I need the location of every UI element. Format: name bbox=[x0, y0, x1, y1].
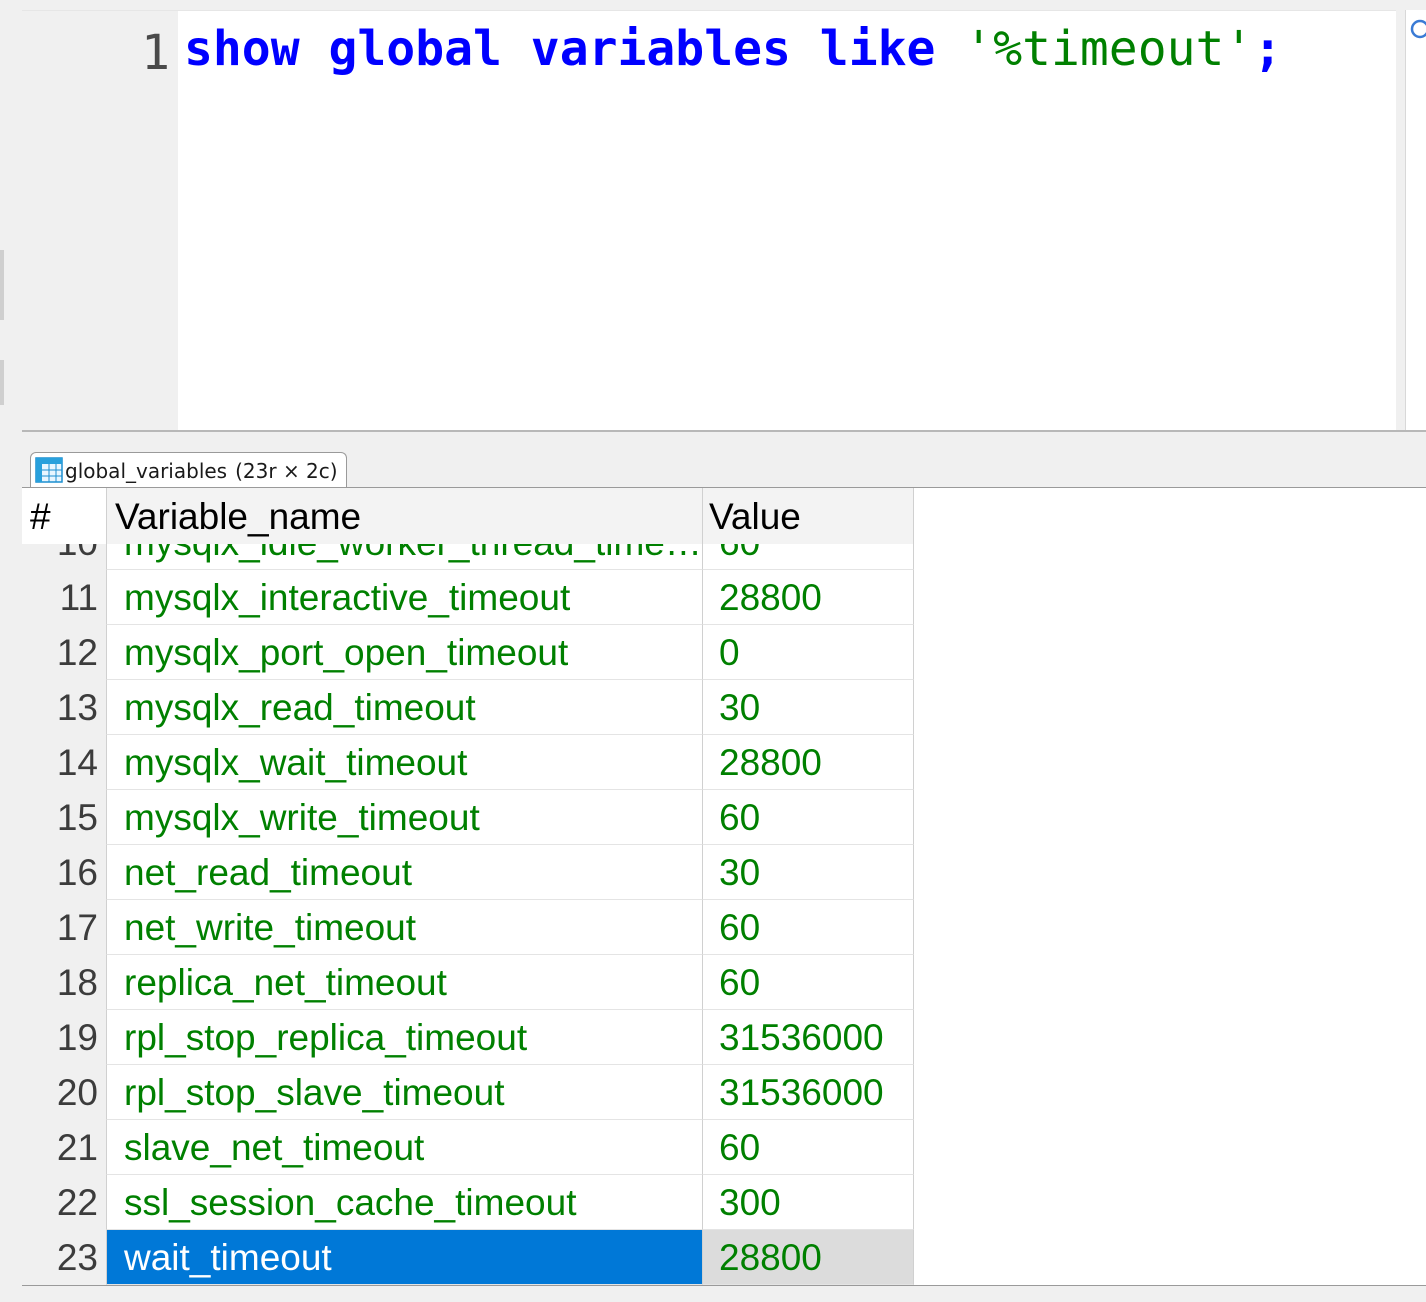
variable-name-cell[interactable]: wait_timeout bbox=[106, 1230, 702, 1285]
variable-name-cell[interactable]: ssl_session_cache_timeout bbox=[106, 1175, 702, 1230]
variable-name-cell[interactable]: mysqlx_write_timeout bbox=[106, 790, 702, 845]
row-number-cell[interactable]: 10 bbox=[22, 544, 106, 570]
variable-name-cell[interactable]: mysqlx_idle_worker_thread_timeout bbox=[106, 544, 702, 570]
table-row[interactable]: 14 mysqlx_wait_timeout 28800 bbox=[22, 735, 914, 790]
table-grid-icon bbox=[35, 457, 63, 483]
row-number-cell[interactable]: 19 bbox=[22, 1010, 106, 1065]
variable-name-cell[interactable]: mysqlx_interactive_timeout bbox=[106, 570, 702, 625]
variable-name-cell[interactable]: replica_net_timeout bbox=[106, 955, 702, 1010]
value-cell[interactable]: 30 bbox=[702, 845, 914, 900]
row-number-cell[interactable]: 14 bbox=[22, 735, 106, 790]
variable-name-cell[interactable]: mysqlx_read_timeout bbox=[106, 680, 702, 735]
sql-keyword-show: show bbox=[184, 21, 300, 77]
value-cell[interactable]: 31536000 bbox=[702, 1010, 914, 1065]
variable-name-cell[interactable]: mysqlx_port_open_timeout bbox=[106, 625, 702, 680]
value-cell[interactable]: 28800 bbox=[702, 735, 914, 790]
table-row[interactable]: 11 mysqlx_interactive_timeout 28800 bbox=[22, 570, 914, 625]
row-number-cell[interactable]: 22 bbox=[22, 1175, 106, 1230]
table-row[interactable]: 15 mysqlx_write_timeout 60 bbox=[22, 790, 914, 845]
results-tab[interactable]: global_variables (23r × 2c) bbox=[30, 452, 347, 488]
variable-name-cell[interactable]: slave_net_timeout bbox=[106, 1120, 702, 1175]
row-number-cell[interactable]: 18 bbox=[22, 955, 106, 1010]
row-number-cell[interactable]: 17 bbox=[22, 900, 106, 955]
table-row[interactable]: 22 ssl_session_cache_timeout 300 bbox=[22, 1175, 914, 1230]
grid-bottom-border bbox=[22, 1285, 1426, 1286]
sql-terminator: ; bbox=[1253, 21, 1283, 77]
table-row[interactable]: 18 replica_net_timeout 60 bbox=[22, 955, 914, 1010]
row-number-cell[interactable]: 23 bbox=[22, 1230, 106, 1285]
value-cell[interactable]: 60 bbox=[702, 955, 914, 1010]
grid-rows: 10mysqlx_idle_worker_thread_timeout6011m… bbox=[22, 544, 914, 1285]
editor-results-splitter[interactable] bbox=[22, 430, 1426, 432]
variable-name-cell[interactable]: mysqlx_wait_timeout bbox=[106, 735, 702, 790]
row-number-cell[interactable]: 15 bbox=[22, 790, 106, 845]
search-icon[interactable] bbox=[1409, 18, 1426, 42]
results-tab-label: global_variables bbox=[65, 458, 228, 483]
table-row[interactable]: 21 slave_net_timeout 60 bbox=[22, 1120, 914, 1175]
row-number-cell[interactable]: 11 bbox=[22, 570, 106, 625]
table-row[interactable]: 23 wait_timeout 28800 bbox=[22, 1230, 914, 1285]
value-cell[interactable]: 60 bbox=[702, 790, 914, 845]
value-cell[interactable]: 0 bbox=[702, 625, 914, 680]
row-number-cell[interactable]: 21 bbox=[22, 1120, 106, 1175]
variable-name-cell[interactable]: rpl_stop_replica_timeout bbox=[106, 1010, 702, 1065]
value-cell[interactable]: 28800 bbox=[702, 1230, 914, 1285]
value-cell[interactable]: 60 bbox=[702, 1120, 914, 1175]
column-header-row-number[interactable]: # bbox=[22, 488, 106, 544]
table-row[interactable]: 16 net_read_timeout 30 bbox=[22, 845, 914, 900]
column-header-variable-name[interactable]: Variable_name bbox=[106, 488, 702, 544]
value-cell[interactable]: 28800 bbox=[702, 570, 914, 625]
left-edge-mark bbox=[0, 360, 4, 405]
row-number-cell[interactable]: 20 bbox=[22, 1065, 106, 1120]
left-edge-mark bbox=[0, 250, 4, 320]
value-cell[interactable]: 300 bbox=[702, 1175, 914, 1230]
row-number-cell[interactable]: 12 bbox=[22, 625, 106, 680]
value-cell[interactable]: 60 bbox=[702, 544, 914, 570]
right-side-panel bbox=[1405, 10, 1426, 430]
table-row[interactable]: 12 mysqlx_port_open_timeout 0 bbox=[22, 625, 914, 680]
variable-name-cell[interactable]: net_read_timeout bbox=[106, 845, 702, 900]
value-cell[interactable]: 30 bbox=[702, 680, 914, 735]
results-tab-count: (23r × 2c) bbox=[235, 458, 338, 483]
sql-keyword-variables: variables bbox=[530, 21, 791, 77]
sql-keyword-global: global bbox=[328, 21, 502, 77]
sql-keyword-like: like bbox=[819, 21, 936, 77]
row-number-cell[interactable]: 13 bbox=[22, 680, 106, 735]
sql-editor[interactable]: 1 show global variables like '%timeout'; bbox=[22, 10, 1396, 431]
line-number-gutter: 1 bbox=[22, 11, 178, 431]
variable-name-cell[interactable]: net_write_timeout bbox=[106, 900, 702, 955]
table-row[interactable]: 19 rpl_stop_replica_timeout 31536000 bbox=[22, 1010, 914, 1065]
grid-header: # Variable_name Value bbox=[22, 488, 914, 544]
table-row[interactable]: 10mysqlx_idle_worker_thread_timeout60 bbox=[22, 544, 914, 570]
grid-rows-viewport: 10mysqlx_idle_worker_thread_timeout6011m… bbox=[22, 544, 914, 1285]
sql-code-line[interactable]: show global variables like '%timeout'; bbox=[184, 25, 1282, 73]
value-cell[interactable]: 60 bbox=[702, 900, 914, 955]
column-header-value[interactable]: Value bbox=[702, 488, 914, 544]
value-cell[interactable]: 31536000 bbox=[702, 1065, 914, 1120]
row-number-cell[interactable]: 16 bbox=[22, 845, 106, 900]
table-row[interactable]: 13 mysqlx_read_timeout 30 bbox=[22, 680, 914, 735]
variable-name-cell[interactable]: rpl_stop_slave_timeout bbox=[106, 1065, 702, 1120]
line-number: 1 bbox=[141, 25, 170, 81]
table-row[interactable]: 17 net_write_timeout 60 bbox=[22, 900, 914, 955]
table-row[interactable]: 20 rpl_stop_slave_timeout 31536000 bbox=[22, 1065, 914, 1120]
sql-string-literal: '%timeout' bbox=[964, 21, 1254, 77]
